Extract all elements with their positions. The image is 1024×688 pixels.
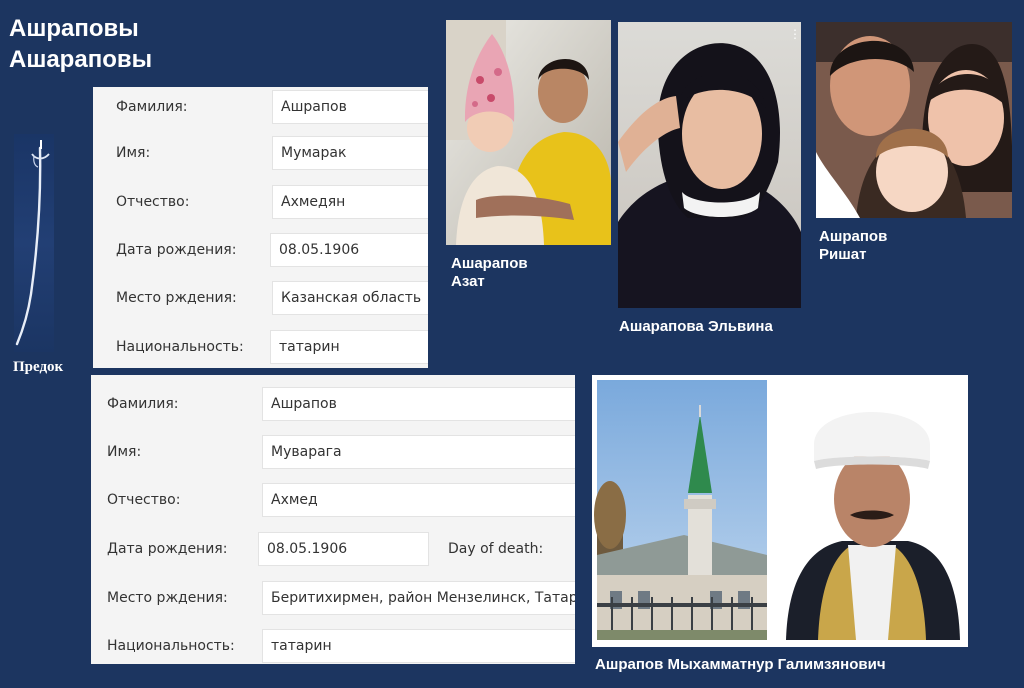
field-row-birthplace: Место рждения: Казанская область (93, 281, 428, 315)
ancestor-label: Предок (13, 359, 64, 375)
field-label: Дата рождения: (116, 242, 237, 258)
person-card-2: Фамилия: Ашрапов Имя: Муварага Отчество:… (91, 375, 575, 664)
photo-rishat (816, 22, 1012, 218)
photo-rishat-illustration (816, 22, 1012, 218)
photo-azat-illustration (446, 20, 611, 245)
page-title: Ашраповы Ашараповы (9, 13, 152, 75)
field-label: Отчество: (116, 194, 190, 210)
field-label: Фамилия: (116, 99, 188, 115)
surname-field[interactable]: Ашрапов (272, 90, 428, 124)
field-label: Фамилия: (107, 396, 179, 412)
field-label: Место рждения: (116, 290, 237, 306)
photo-imam-frame (592, 375, 968, 647)
caption-azat: Ашарапов Азат (451, 255, 528, 291)
svg-text:⋮: ⋮ (789, 27, 801, 41)
field-label: Имя: (116, 145, 151, 161)
sword-image (14, 134, 54, 352)
caption-rishat-line1: Ашрапов (819, 228, 888, 245)
birthplace-field[interactable]: Беритихирмен, район Мензелинск, Татария (262, 581, 575, 615)
caption-rishat: Ашрапов Ришат (819, 228, 887, 264)
title-line-2: Ашараповы (9, 46, 153, 73)
birthplace-field[interactable]: Казанская область (272, 281, 428, 315)
field-row-name: Имя: Мумарак (93, 136, 428, 170)
field-label: Национальность: (107, 638, 235, 654)
name-field[interactable]: Мумарак (272, 136, 428, 170)
death-date-label: Day of death: (448, 541, 544, 557)
field-label: Место рждения: (107, 590, 228, 606)
nationality-field[interactable]: татарин (270, 330, 428, 364)
field-label: Национальность: (116, 339, 244, 355)
caption-elvina: Ашарапова Эльвина (619, 318, 773, 335)
patronymic-field[interactable]: Ахмедян (272, 185, 428, 219)
photo-azat (446, 20, 611, 245)
field-row-patronymic: Отчество: Ахмедян (93, 185, 428, 219)
caption-azat-line1: Ашарапов (451, 255, 528, 272)
caption-azat-line2: Азат (451, 273, 485, 290)
birthdate-field[interactable]: 08.05.1906 (258, 532, 429, 566)
caption-rishat-line2: Ришат (819, 246, 867, 263)
field-row-birthplace: Место рждения: Беритихирмен, район Мензе… (91, 581, 575, 615)
field-row-surname: Фамилия: Ашрапов (93, 90, 428, 124)
person-card-1: Фамилия: Ашрапов Имя: Мумарак Отчество: … (93, 87, 428, 368)
sword-icon (15, 140, 50, 346)
field-row-birthdate: Дата рождения: 08.05.1906 Day of death: (91, 532, 575, 566)
birthdate-field[interactable]: 08.05.1906 (270, 233, 428, 267)
patronymic-field[interactable]: Ахмед (262, 483, 575, 517)
nationality-field[interactable]: татарин (262, 629, 575, 663)
caption-imam: Ашрапов Мыхамматнур Галимзянович (595, 656, 886, 673)
field-label: Отчество: (107, 492, 181, 508)
title-line-1: Ашраповы (9, 15, 139, 42)
surname-field[interactable]: Ашрапов (262, 387, 575, 421)
field-label: Дата рождения: (107, 541, 228, 557)
name-field[interactable]: Муварага (262, 435, 575, 469)
photo-elvina-illustration: ⋮ (618, 22, 801, 308)
field-row-surname: Фамилия: Ашрапов (91, 387, 575, 421)
field-row-nationality: Национальность: татарин (91, 629, 575, 663)
field-label: Имя: (107, 444, 142, 460)
field-row-nationality: Национальность: татарин (93, 330, 428, 364)
photo-mosque-illustration (594, 380, 963, 642)
photo-elvina: ⋮ (618, 22, 801, 308)
field-row-name: Имя: Муварага (91, 435, 575, 469)
field-row-birthdate: Дата рождения: 08.05.1906 (93, 233, 428, 267)
field-row-patronymic: Отчество: Ахмед (91, 483, 575, 517)
